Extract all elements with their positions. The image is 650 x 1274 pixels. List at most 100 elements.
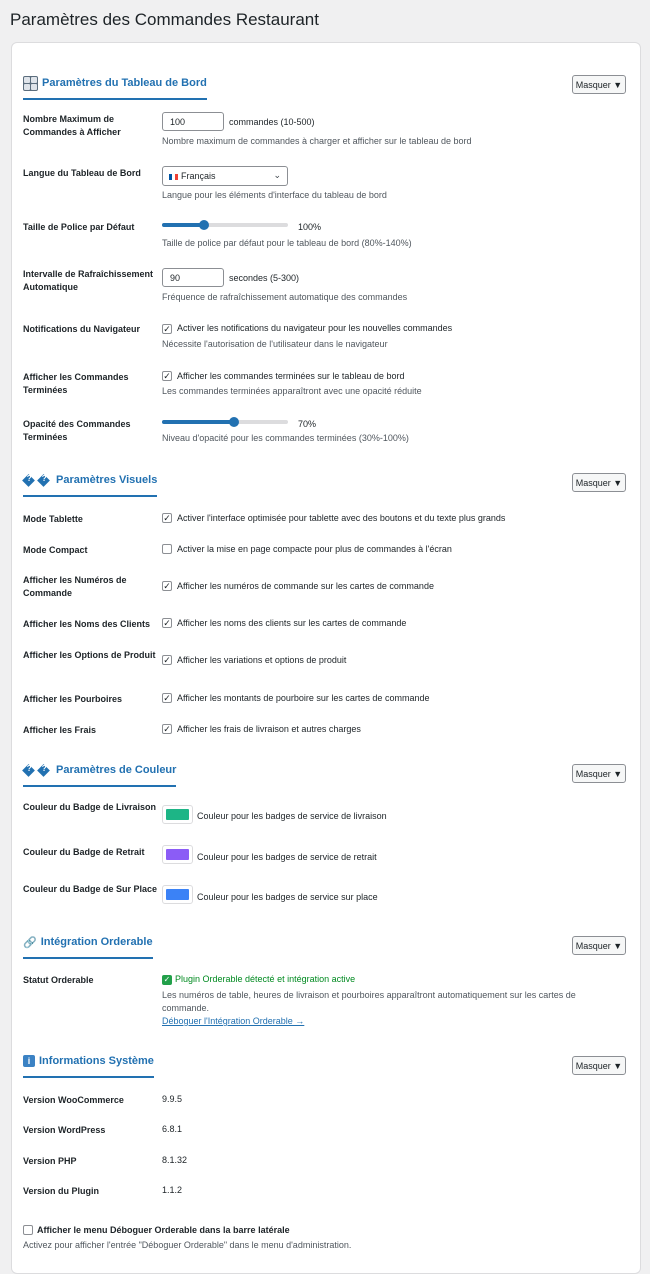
section-visual-title: Paramètres Visuels (22, 469, 158, 497)
show-completed-desc: Les commandes terminées apparaîtront ave… (162, 386, 422, 396)
page-title: Paramètres des Commandes Restaurant (10, 10, 319, 29)
delivery-color-swatch (166, 809, 189, 820)
dinein-color-swatch (166, 889, 189, 900)
font-size-slider[interactable] (162, 220, 288, 230)
delivery-color-picker[interactable] (162, 805, 193, 824)
max-orders-input[interactable]: 100 (162, 112, 224, 131)
orderable-desc-line1: Les numéros de table, heures de livraiso… (162, 990, 576, 1000)
debug-menu-desc: Activez pour afficher l'entrée "Déboguer… (23, 1240, 352, 1250)
dinein-color-picker[interactable] (162, 885, 193, 904)
check-icon: ✓ (162, 975, 172, 985)
tips-label: Afficher les Pourboires (23, 694, 123, 704)
customer-names-text: Afficher les noms des clients sur les ca… (177, 618, 407, 628)
refresh-desc: Fréquence de rafraîchissement automatiqu… (162, 292, 408, 302)
unknown-glyph-icon (22, 473, 35, 487)
unknown-glyph-icon (22, 763, 35, 777)
system-plugin-label: Version du Plugin (23, 1186, 100, 1196)
debug-menu-text: Afficher le menu Déboguer Orderable dans… (37, 1225, 290, 1235)
orderable-desc-line2: commande. (162, 1003, 210, 1013)
section-orderable-label: Intégration Orderable (40, 936, 153, 948)
orderable-status: ✓ Plugin Orderable détecté et intégration… (162, 974, 355, 985)
unknown-glyph-icon (37, 763, 50, 777)
notifications-desc: Nécessite l'autorisation de l'utilisateu… (162, 339, 388, 349)
orderable-status-text: Plugin Orderable détecté et intégration … (175, 974, 356, 984)
orderable-status-label: Statut Orderable (23, 975, 94, 985)
tablet-label: Mode Tablette (23, 514, 83, 524)
delivery-color-label: Couleur du Badge de Livraison (23, 802, 157, 812)
opacity-value: 70% (298, 419, 317, 429)
tips-text: Afficher les montants de pourboire sur l… (177, 693, 430, 703)
order-numbers-label: Afficher les Numéros de Commande (23, 575, 127, 598)
dinein-color-text: Couleur pour les badges de service sur p… (197, 892, 378, 902)
system-php-value: 8.1.32 (162, 1155, 188, 1165)
font-size-label: Taille de Police par Défaut (23, 222, 135, 232)
debug-menu-checkbox[interactable] (23, 1225, 33, 1235)
section-dashboard-title: Paramètres du Tableau de Bord (23, 72, 207, 100)
france-flag-icon (169, 173, 178, 180)
system-wordpress-value: 6.8.1 (162, 1124, 183, 1134)
customer-names-checkbox[interactable]: ✓ (162, 618, 172, 628)
product-options-checkbox[interactable]: ✓ (162, 655, 172, 665)
delivery-color-text: Couleur pour les badges de service de li… (197, 811, 387, 821)
unknown-glyph-icon (37, 473, 50, 487)
max-orders-suffix: commandes (10-500) (229, 117, 315, 127)
language-desc: Langue pour les éléments d'interface du … (162, 190, 387, 200)
max-orders-label: Nombre Maximum de Commandes à Afficher (23, 114, 121, 137)
hide-system-button[interactable]: Masquer ▼ (572, 1056, 626, 1075)
compact-label: Mode Compact (23, 545, 88, 555)
customer-names-label: Afficher les Noms des Clients (23, 619, 151, 629)
font-size-slider-handle[interactable] (198, 220, 209, 230)
opacity-slider-handle[interactable] (228, 417, 239, 427)
notifications-checkbox[interactable]: ✓ (162, 324, 172, 334)
chevron-down-icon: ⌄ (273, 170, 281, 180)
hide-visual-button[interactable]: Masquer ▼ (572, 473, 626, 492)
opacity-slider[interactable] (162, 417, 288, 427)
notifications-label: Notifications du Navigateur (23, 324, 141, 334)
language-label: Langue du Tableau de Bord (23, 168, 141, 178)
hide-orderable-button[interactable]: Masquer ▼ (572, 936, 626, 955)
compact-checkbox[interactable] (162, 544, 172, 554)
product-options-label: Afficher les Options de Produit (23, 650, 156, 660)
dashboard-grid-icon (23, 75, 38, 91)
pickup-color-text: Couleur pour les badges de service de re… (197, 852, 377, 862)
info-icon: i (23, 1055, 35, 1067)
pickup-color-swatch (166, 849, 189, 860)
font-size-value: 100% (298, 222, 322, 232)
order-numbers-text: Afficher les numéros de commande sur les… (177, 581, 434, 591)
link-icon: 🔗 (23, 936, 37, 949)
refresh-label: Intervalle de Rafraîchissement Automatiq… (23, 269, 154, 292)
tablet-checkbox[interactable]: ✓ (162, 513, 172, 523)
opacity-label: Opacité des Commandes Terminées (23, 419, 131, 442)
product-options-text: Afficher les variations et options de pr… (177, 655, 347, 665)
show-completed-checkbox[interactable]: ✓ (162, 371, 172, 381)
hide-dashboard-button[interactable]: Masquer ▼ (572, 75, 626, 94)
font-size-desc: Taille de police par défaut pour le tabl… (162, 238, 412, 248)
language-select[interactable]: Français ⌄ (162, 166, 288, 186)
show-completed-label: Afficher les Commandes Terminées (23, 372, 129, 395)
notifications-text: Activer les notifications du navigateur … (177, 323, 453, 333)
fees-checkbox[interactable]: ✓ (162, 724, 172, 734)
pickup-color-picker[interactable] (162, 845, 193, 864)
language-value: Français (181, 171, 216, 181)
system-plugin-value: 1.1.2 (162, 1185, 183, 1195)
opacity-desc: Niveau d'opacité pour les commandes term… (162, 433, 409, 443)
debug-orderable-link[interactable]: Déboguer l'Intégration Orderable → (162, 1016, 304, 1026)
system-woocommerce-value: 9.9.5 (162, 1094, 183, 1104)
section-orderable-title: 🔗 Intégration Orderable (23, 931, 153, 959)
tips-checkbox[interactable]: ✓ (162, 693, 172, 703)
section-dashboard-label: Paramètres du Tableau de Bord (42, 77, 207, 89)
font-size-slider-fill (162, 223, 204, 227)
section-color-label: Paramètres de Couleur (56, 764, 177, 776)
compact-text: Activer la mise en page compacte pour pl… (177, 544, 452, 554)
pickup-color-label: Couleur du Badge de Retrait (23, 847, 145, 857)
section-color-title: Paramètres de Couleur (22, 759, 177, 787)
system-woocommerce-label: Version WooCommerce (23, 1095, 124, 1105)
max-orders-desc: Nombre maximum de commandes à charger et… (162, 136, 472, 146)
order-numbers-checkbox[interactable]: ✓ (162, 581, 172, 591)
section-system-label: Informations Système (39, 1055, 154, 1067)
refresh-input[interactable]: 90 (162, 268, 224, 287)
dinein-color-label: Couleur du Badge de Sur Place (23, 884, 158, 894)
hide-color-button[interactable]: Masquer ▼ (572, 764, 626, 783)
fees-text: Afficher les frais de livraison et autre… (177, 724, 361, 734)
system-php-label: Version PHP (23, 1156, 77, 1166)
